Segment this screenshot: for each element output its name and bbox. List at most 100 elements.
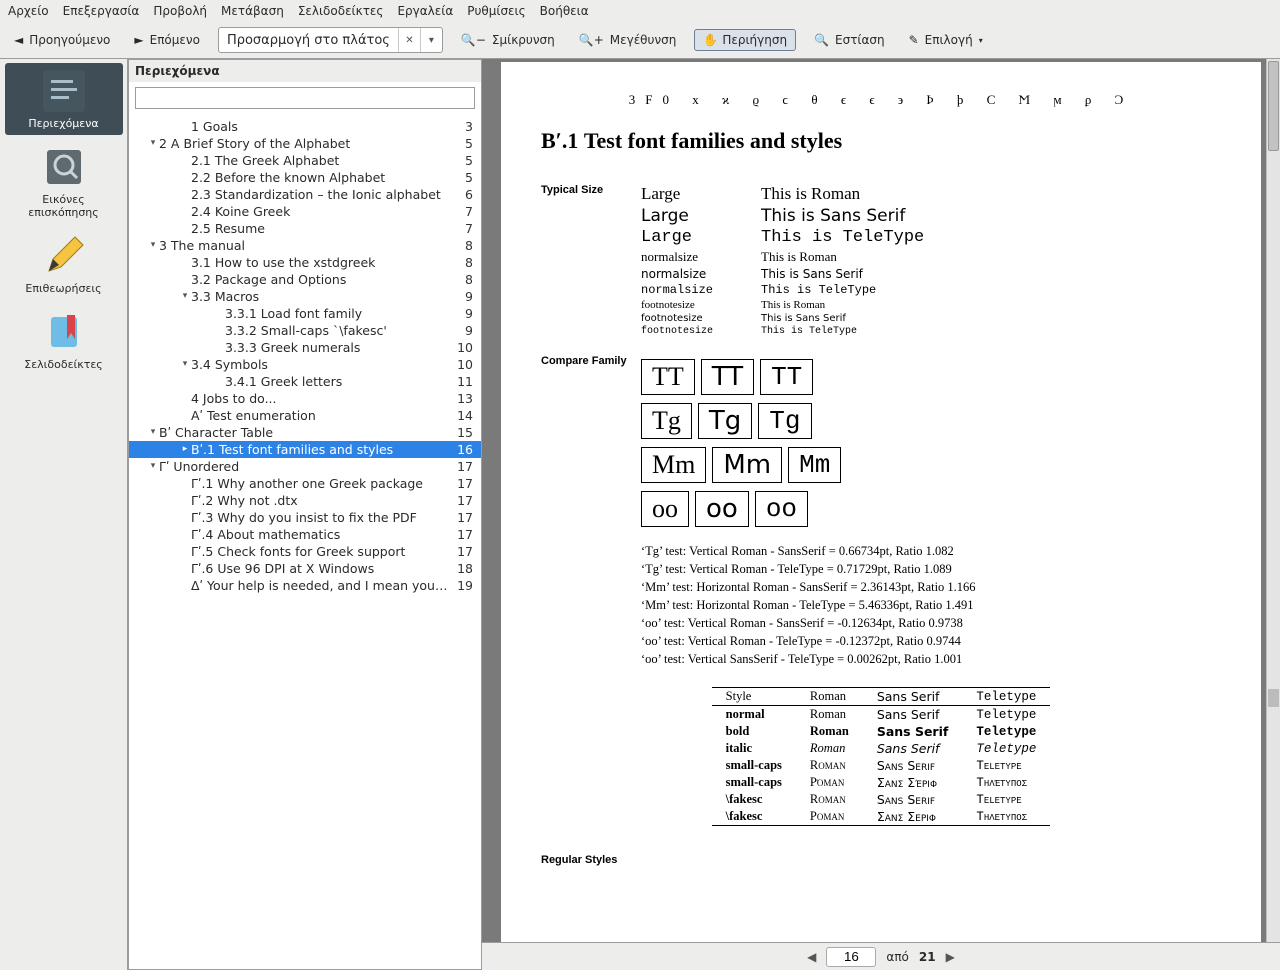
menu-bookmarks[interactable]: Σελιδοδείκτες <box>298 4 384 18</box>
prev-button[interactable]: ◄ Προηγούμενο <box>8 29 116 51</box>
menu-file[interactable]: Αρχείο <box>8 4 49 18</box>
typical-size-label: Typical Size <box>541 184 641 204</box>
zoom-mode-value: Προσαρμογή στο πλάτος <box>219 33 398 48</box>
style-roman: Ρομαν <box>796 808 863 826</box>
toc-item[interactable]: 2.4 Koine Greek7 <box>129 203 481 220</box>
page-total: 21 <box>919 950 936 964</box>
toc-label: 2.4 Koine Greek <box>191 203 451 220</box>
toc-item[interactable]: 2.5 Resume7 <box>129 220 481 237</box>
toc-item[interactable]: 1 Goals3 <box>129 118 481 135</box>
toc-page: 11 <box>451 373 477 390</box>
next-button[interactable]: ► Επόμενο <box>128 29 206 51</box>
toc-item[interactable]: ▾3.4 Symbols10 <box>129 356 481 373</box>
size-sample: This is TeleType <box>761 228 1221 247</box>
select-mode-button[interactable]: ✎ Επιλογή ▾ <box>903 29 989 51</box>
toc-page: 19 <box>451 577 477 594</box>
toolbar: ◄ Προηγούμενο ► Επόμενο Προσαρμογή στο π… <box>0 22 1280 59</box>
toc-item[interactable]: Γʹ.3 Why do you insist to fix the PDF17 <box>129 509 481 526</box>
toc-item[interactable]: 4 Jobs to do...13 <box>129 390 481 407</box>
menu-view[interactable]: Προβολή <box>153 4 207 18</box>
menu-help[interactable]: Βοήθεια <box>540 4 589 18</box>
scrollbar-grip[interactable] <box>1268 689 1279 707</box>
zoom-mode-combo[interactable]: Προσαρμογή στο πλάτος ✕ ▾ <box>218 27 443 53</box>
toc-label: 3.4 Symbols <box>191 356 451 373</box>
toc-item[interactable]: Γʹ.1 Why another one Greek package17 <box>129 475 481 492</box>
style-sans: Sans Serif <box>863 757 963 774</box>
toc-item[interactable]: 2.2 Before the known Alphabet5 <box>129 169 481 186</box>
document-scroll[interactable]: 3F0 x ϰ ϱ ϲ θ ϵ ϵ ϶ Ϸ ϸ Ϲ Ϻ ϻ ϼ Ͻ Βʹ.1 T… <box>482 59 1280 942</box>
toc-label: 2.5 Resume <box>191 220 451 237</box>
page-next-icon[interactable]: ▶ <box>946 950 955 964</box>
scrollbar-thumb[interactable] <box>1268 61 1279 151</box>
toc-item[interactable]: 3.3.2 Small-caps `\fakesc'9 <box>129 322 481 339</box>
page-number-input[interactable] <box>826 947 876 967</box>
toc-item[interactable]: Γʹ.2 Why not .dtx17 <box>129 492 481 509</box>
toc-item[interactable]: ▾Βʹ Character Table15 <box>129 424 481 441</box>
style-name: small-caps <box>712 757 796 774</box>
toc-page: 17 <box>451 543 477 560</box>
zoom-in-button[interactable]: 🔍+ Μεγέθυνση <box>573 29 683 51</box>
sidetab-thumbnails[interactable]: Εικόνες επισκόπησης <box>5 139 123 224</box>
style-name: \fakesc <box>712 791 796 808</box>
menu-edit[interactable]: Επεξεργασία <box>63 4 140 18</box>
pencil-icon <box>41 233 87 279</box>
toc-page: 16 <box>451 441 477 458</box>
toc-item[interactable]: 3.4.1 Greek letters11 <box>129 373 481 390</box>
toc-label: Γʹ.5 Check fonts for Greek support <box>191 543 451 560</box>
toc-item[interactable]: Αʹ Test enumeration14 <box>129 407 481 424</box>
toc-item[interactable]: ▸Βʹ.1 Test font families and styles16 <box>129 441 481 458</box>
size-sample: This is Sans Serif <box>761 206 1221 226</box>
toc-item[interactable]: 2.1 The Greek Alphabet5 <box>129 152 481 169</box>
font-box: Mm <box>712 447 782 483</box>
sidetab-label: Περιεχόμενα <box>28 117 98 130</box>
focus-mode-button[interactable]: 🔍 Εστίαση <box>808 29 891 51</box>
toc-item[interactable]: Δʹ Your help is needed, and I mean your … <box>129 577 481 594</box>
toc-item[interactable]: Γʹ.4 About mathematics17 <box>129 526 481 543</box>
select-label: Επιλογή <box>925 33 973 47</box>
toc-item[interactable]: ▾3 The manual8 <box>129 237 481 254</box>
toggle-icon: ▾ <box>147 424 159 441</box>
toc-item[interactable]: ▾2 A Brief Story of the Alphabet5 <box>129 135 481 152</box>
vertical-scrollbar[interactable] <box>1266 59 1280 942</box>
chevron-down-icon[interactable]: ▾ <box>420 28 442 52</box>
size-name: footnotesize <box>641 313 761 324</box>
arrow-left-icon: ◄ <box>14 33 23 47</box>
toc-label: Αʹ Test enumeration <box>191 407 451 424</box>
sidetab-reviews[interactable]: Επιθεωρήσεις <box>5 228 123 300</box>
toc-label: 4 Jobs to do... <box>191 390 451 407</box>
menu-settings[interactable]: Ρυθμίσεις <box>467 4 525 18</box>
toc-page: 5 <box>451 152 477 169</box>
menu-tools[interactable]: Εργαλεία <box>397 4 453 18</box>
compare-label: Compare Family <box>541 355 641 367</box>
toc-label: Γʹ.4 About mathematics <box>191 526 451 543</box>
toc-item[interactable]: 3.3.1 Load font family9 <box>129 305 481 322</box>
size-name: Large <box>641 184 761 204</box>
toc-item[interactable]: Γʹ.6 Use 96 DPI at X Windows18 <box>129 560 481 577</box>
size-name: Large <box>641 206 761 226</box>
contents-search-input[interactable] <box>135 87 475 109</box>
toc-item[interactable]: 3.2 Package and Options8 <box>129 271 481 288</box>
toc-item[interactable]: ▾Γʹ Unordered17 <box>129 458 481 475</box>
font-box: TT <box>760 359 813 395</box>
clear-icon[interactable]: ✕ <box>398 28 420 52</box>
toc-label: 3.1 How to use the xstdgreek <box>191 254 451 271</box>
toc-page: 7 <box>451 203 477 220</box>
sidetab-bookmarks[interactable]: Σελιδοδείκτες <box>5 304 123 376</box>
toc-page: 14 <box>451 407 477 424</box>
toc-item[interactable]: 2.3 Standardization – the Ionic alphabet… <box>129 186 481 203</box>
zoom-out-button[interactable]: 🔍− Σμίκρυνση <box>455 29 561 51</box>
toc-item[interactable]: Γʹ.5 Check fonts for Greek support17 <box>129 543 481 560</box>
prev-label: Προηγούμενο <box>29 33 110 47</box>
toc-item[interactable]: ▾3.3 Macros9 <box>129 288 481 305</box>
toc-item[interactable]: 3.3.3 Greek numerals10 <box>129 339 481 356</box>
browse-mode-button[interactable]: ✋ Περιήγηση <box>694 29 796 51</box>
menu-go[interactable]: Μετάβαση <box>221 4 284 18</box>
toc-page: 15 <box>451 424 477 441</box>
toc-label: Γʹ Unordered <box>159 458 451 475</box>
page-prev-icon[interactable]: ◀ <box>807 950 816 964</box>
size-sample: This is Roman <box>761 299 1221 311</box>
sidetab-contents[interactable]: Περιεχόμενα <box>5 63 123 135</box>
toc-item[interactable]: 3.1 How to use the xstdgreek8 <box>129 254 481 271</box>
style-name: bold <box>712 723 796 740</box>
font-box: Mm <box>788 447 841 483</box>
